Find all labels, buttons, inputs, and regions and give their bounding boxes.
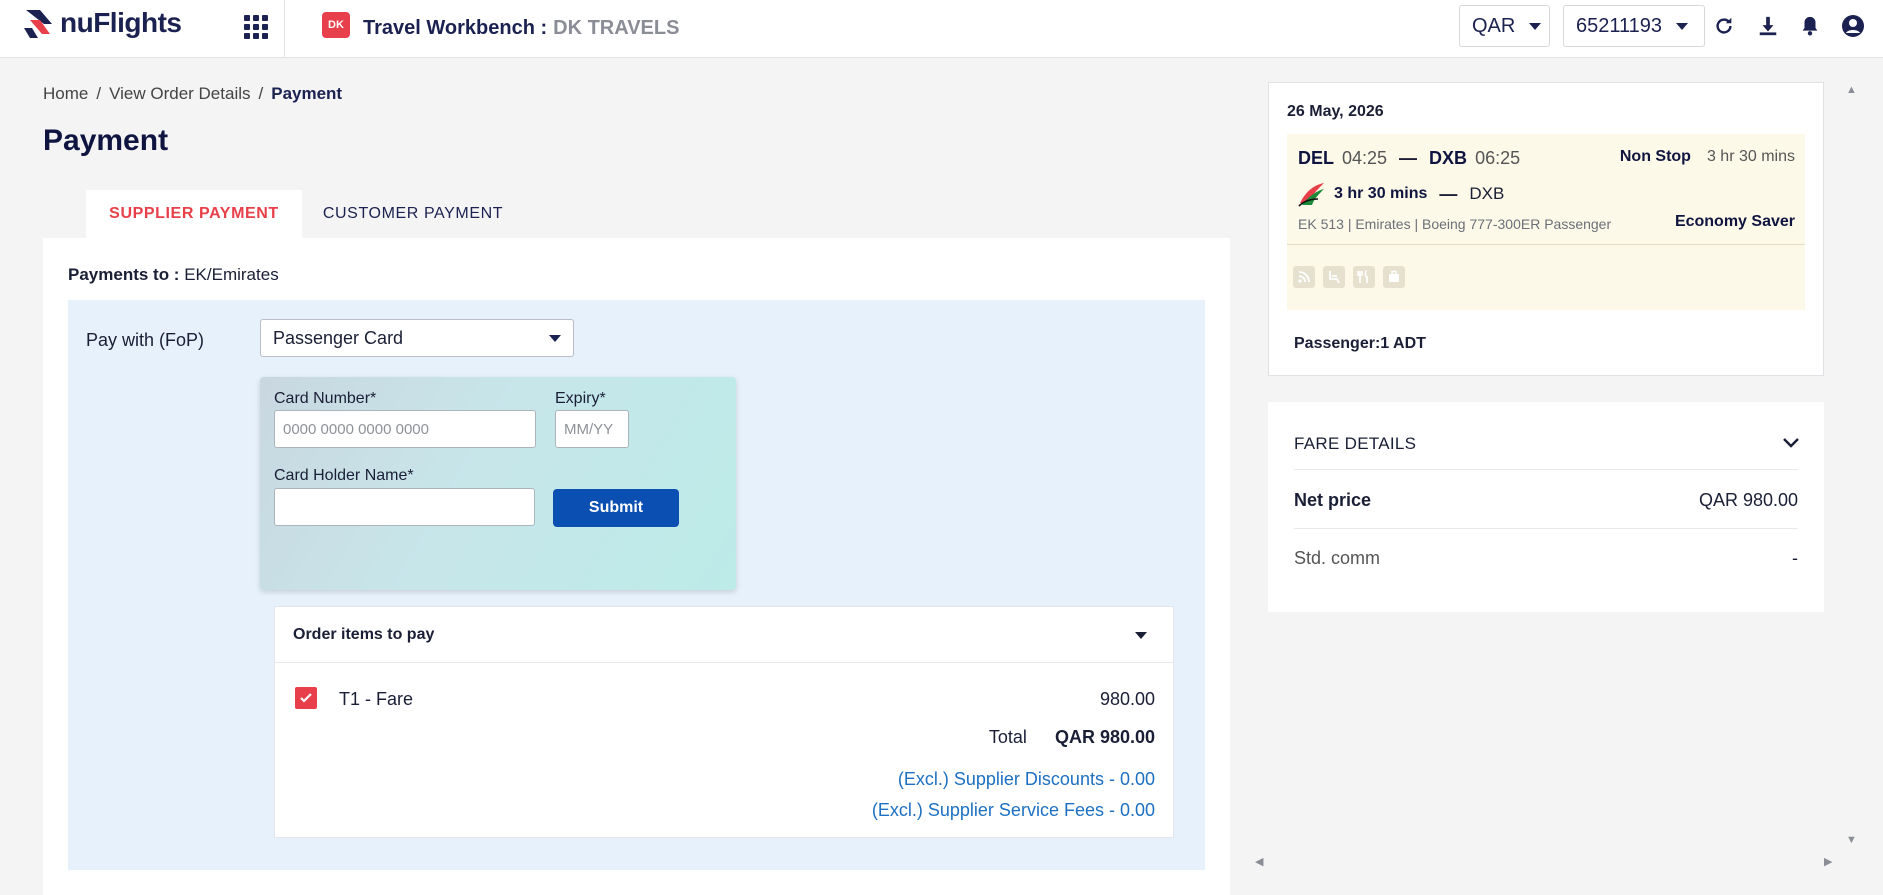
total-value: QAR 980.00 [1054,727,1155,747]
currency-value: QAR [1472,14,1516,37]
flight-divider [1287,244,1805,245]
passenger-count: Passenger:1 ADT [1294,335,1426,352]
logo-mark-icon [24,10,52,38]
flight-summary-card: 26 May, 2026 DEL 04:25 — DXB 06:25 Non S… [1268,82,1824,376]
breadcrumb-current: Payment [271,84,343,103]
workbench-icon: DK [322,12,350,38]
submit-button[interactable]: Submit [553,489,679,527]
route-dash: — [1399,148,1418,168]
breadcrumb-separator: / [96,84,102,103]
stops-info: Non Stop 3 hr 30 mins [1620,148,1795,166]
logo-text: nuFlights [60,7,182,38]
item-checkbox[interactable] [295,687,317,709]
flight-duration-line: 3 hr 30 mins — DXB [1298,181,1504,207]
net-price-value: QAR 980.00 [1698,490,1798,510]
card-holder-label: Card Holder Name* [274,467,414,484]
chevron-down-icon[interactable] [1135,632,1147,639]
check-icon [300,693,312,703]
fare-details-card: FARE DETAILS Net price QAR 980.00 Std. c… [1268,402,1824,612]
net-price-label: Net price [1294,490,1372,510]
fare-row-std-comm: Std. comm - [1294,548,1798,569]
route-dash: — [1439,183,1458,204]
destination-code: DXB [1429,148,1468,168]
duration-top: 3 hr 30 mins [1706,148,1795,165]
flight-route: DEL 04:25 — DXB 06:25 [1298,148,1520,169]
total-row: Total QAR 980.00 [989,727,1155,748]
breadcrumb-home[interactable]: Home [43,84,88,104]
download-icon[interactable] [1755,13,1781,39]
order-item-amount: 980.00 [1099,689,1155,709]
workbench-title: Travel Workbench : DK TRAVELS [363,17,679,40]
workbench-title-label: Travel Workbench : [363,17,548,39]
excl-fees-link[interactable]: (Excl.) Supplier Service Fees - 0.00 [872,800,1155,821]
order-items-title: Order items to pay [293,625,435,643]
segment-destination: DXB [1469,184,1505,203]
emirates-logo-icon [1298,183,1324,207]
fare-class: Economy Saver [1674,213,1795,230]
breadcrumb-separator: / [258,84,264,103]
flight-segment: DEL 04:25 — DXB 06:25 Non Stop 3 hr 30 m… [1287,134,1805,310]
fop-selected-value: Passenger Card [273,327,404,348]
baggage-icon [1383,266,1405,288]
expiry-label: Expiry* [555,390,606,407]
chevron-down-icon [1676,22,1689,30]
refresh-icon[interactable] [1711,13,1737,39]
std-comm-label: Std. comm [1294,548,1381,568]
fare-divider [1294,528,1798,529]
top-header: nuFlights DK Travel Workbench : DK TRAVEL… [0,0,1883,58]
departure-time: 04:25 [1342,148,1388,168]
flight-duration: 3 hr 30 mins [1334,185,1428,202]
scroll-right-icon[interactable]: ▶ [1824,855,1832,868]
origin-code: DEL [1298,148,1334,168]
card-number-label: Card Number* [274,390,377,407]
header-divider [284,0,285,58]
currency-dropdown[interactable]: QAR [1459,5,1550,47]
flight-meta: EK 513 | Emirates | Boeing 777-300ER Pas… [1298,216,1612,232]
fop-label: Pay with (FoP) [86,330,205,350]
card-number-input[interactable] [274,410,536,448]
seat-icon [1323,266,1345,288]
fop-select[interactable]: Passenger Card [260,319,574,357]
meal-icon [1353,266,1375,288]
chevron-down-icon [549,334,561,342]
chevron-down-icon[interactable] [1782,436,1800,454]
scroll-down-icon[interactable]: ▼ [1846,834,1857,846]
tab-supplier-payment[interactable]: SUPPLIER PAYMENT [86,190,302,238]
order-items-header[interactable]: Order items to pay [275,607,1173,663]
std-comm-value: - [1792,548,1798,568]
breadcrumb-order-details[interactable]: View Order Details [109,84,250,104]
agency-name: DK TRAVELS [553,17,680,39]
chevron-down-icon [1529,22,1542,30]
account-dropdown[interactable]: 65211193 [1563,5,1705,47]
scroll-up-icon[interactable]: ▲ [1846,84,1857,96]
breadcrumb: Home / View Order Details / Payment [43,84,342,104]
stops-label: Non Stop [1619,148,1691,165]
payments-to-value: EK/Emirates [184,265,279,284]
wifi-icon [1293,266,1315,288]
payments-to: Payments to : EK/Emirates [68,265,279,285]
tab-customer-payment[interactable]: CUSTOMER PAYMENT [306,190,520,238]
page-title: Payment [43,124,169,157]
order-items-card: Order items to pay T1 - Fare 980.00 Tota… [274,606,1174,838]
nuflights-logo[interactable]: nuFlights [24,6,182,40]
fare-row-net-price: Net price QAR 980.00 [1294,490,1798,511]
total-label: Total [988,727,1027,747]
expiry-input[interactable] [555,410,629,448]
order-item-label: T1 - Fare [339,689,414,709]
bell-icon[interactable] [1797,13,1823,39]
excl-discounts-link[interactable]: (Excl.) Supplier Discounts - 0.00 [898,769,1155,790]
user-icon[interactable] [1840,13,1866,39]
scroll-left-icon[interactable]: ◀ [1255,855,1263,868]
payments-to-label: Payments to : [68,265,180,284]
fare-divider [1294,469,1798,470]
card-holder-input[interactable] [274,488,535,526]
arrival-time: 06:25 [1475,148,1521,168]
account-value: 65211193 [1576,14,1663,37]
flight-date: 26 May, 2026 [1287,103,1384,120]
apps-grid-icon[interactable] [244,15,268,39]
fare-details-title: FARE DETAILS [1294,434,1417,453]
